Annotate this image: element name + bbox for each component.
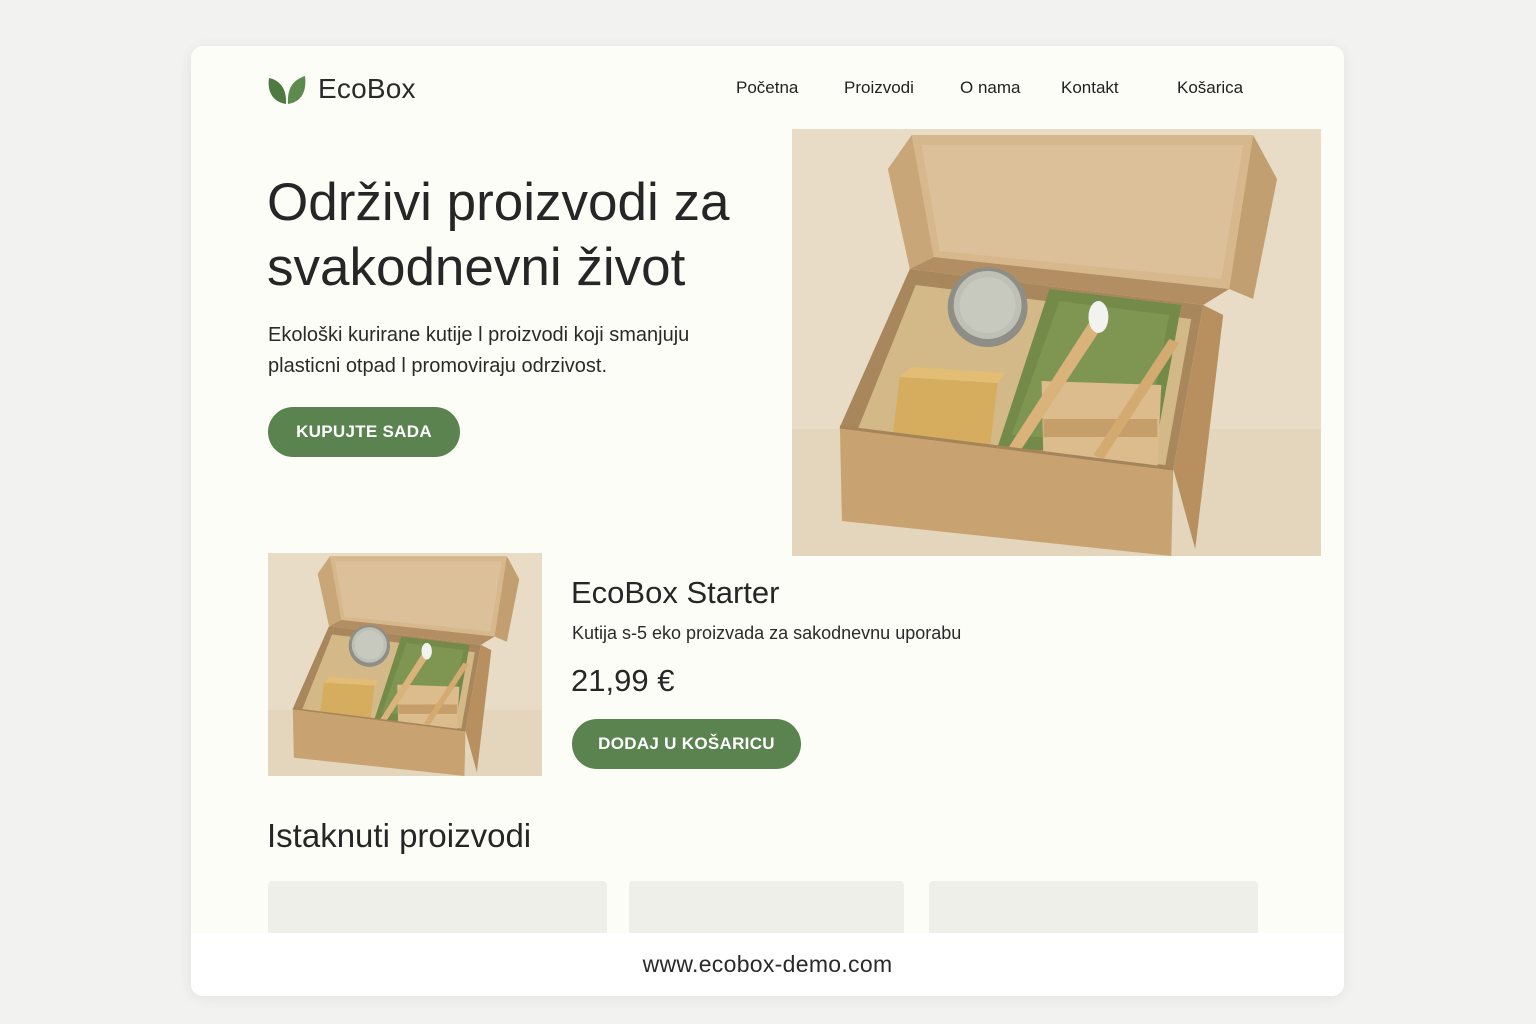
nav-item-proizvodi[interactable]: Proizvodi [844, 78, 914, 98]
hero-image [792, 129, 1321, 556]
nav-item-pocetna[interactable]: Početna [736, 78, 798, 98]
shop-now-button[interactable]: KUPUJTE SADA [268, 407, 460, 457]
nav-item-kosarica[interactable]: Košarica [1177, 78, 1243, 98]
featured-product-card[interactable] [929, 881, 1258, 941]
featured-section-title: Istaknuti proizvodi [267, 817, 532, 854]
nav-item-kontakt[interactable]: Kontakt [1061, 78, 1119, 98]
featured-product-card[interactable] [629, 881, 904, 941]
product-image[interactable] [268, 553, 542, 776]
featured-product-card[interactable] [268, 881, 607, 941]
product-price: 21,99 € [571, 663, 675, 698]
hero-title: Održivi proizvodi za svakodnevni život [267, 173, 730, 297]
hero-subtitle: Ekološki kurirane kutije l proizvodi koj… [268, 324, 690, 377]
main-nav: Početna Proizvodi O nama Kontakt Košaric… [191, 78, 1344, 102]
add-to-cart-button[interactable]: DODAJ U KOŠARICU [572, 719, 801, 769]
url-footer: www.ecobox-demo.com [191, 933, 1344, 996]
product-description: Kutija s-5 eko proizvada za sakodnevnu u… [572, 623, 962, 643]
page-card: EcoBox Početna Proizvodi O nama Kontakt … [191, 46, 1344, 996]
product-title[interactable]: EcoBox Starter [571, 575, 779, 611]
nav-item-o-nama[interactable]: O nama [960, 78, 1020, 98]
